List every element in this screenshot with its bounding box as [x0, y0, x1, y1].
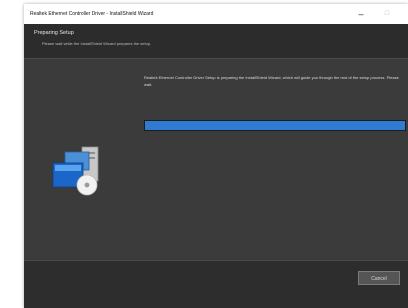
cancel-button[interactable]: Cancel: [358, 271, 400, 285]
window-title: Realtek Ethernet Controller Driver - Ins…: [30, 11, 154, 17]
wizard-footer: Cancel: [24, 260, 408, 308]
setup-computer-icon: [52, 141, 106, 201]
wizard-header: Preparing Setup Please wait while the In…: [24, 24, 408, 59]
progress-fill: [145, 121, 405, 130]
step-description: Please wait while the InstallShield Wiza…: [42, 41, 152, 46]
progress-bar: [144, 120, 406, 131]
step-title: Preparing Setup: [34, 30, 74, 36]
title-bar[interactable]: Realtek Ethernet Controller Driver - Ins…: [24, 4, 408, 24]
wizard-content: Realtek Ethernet Controller Driver Setup…: [24, 59, 408, 259]
minimize-button[interactable]: –: [348, 4, 374, 24]
maximize-button[interactable]: □: [374, 4, 400, 24]
status-text: Realtek Ethernet Controller Driver Setup…: [144, 75, 399, 87]
installer-window: Realtek Ethernet Controller Driver - Ins…: [24, 4, 408, 308]
